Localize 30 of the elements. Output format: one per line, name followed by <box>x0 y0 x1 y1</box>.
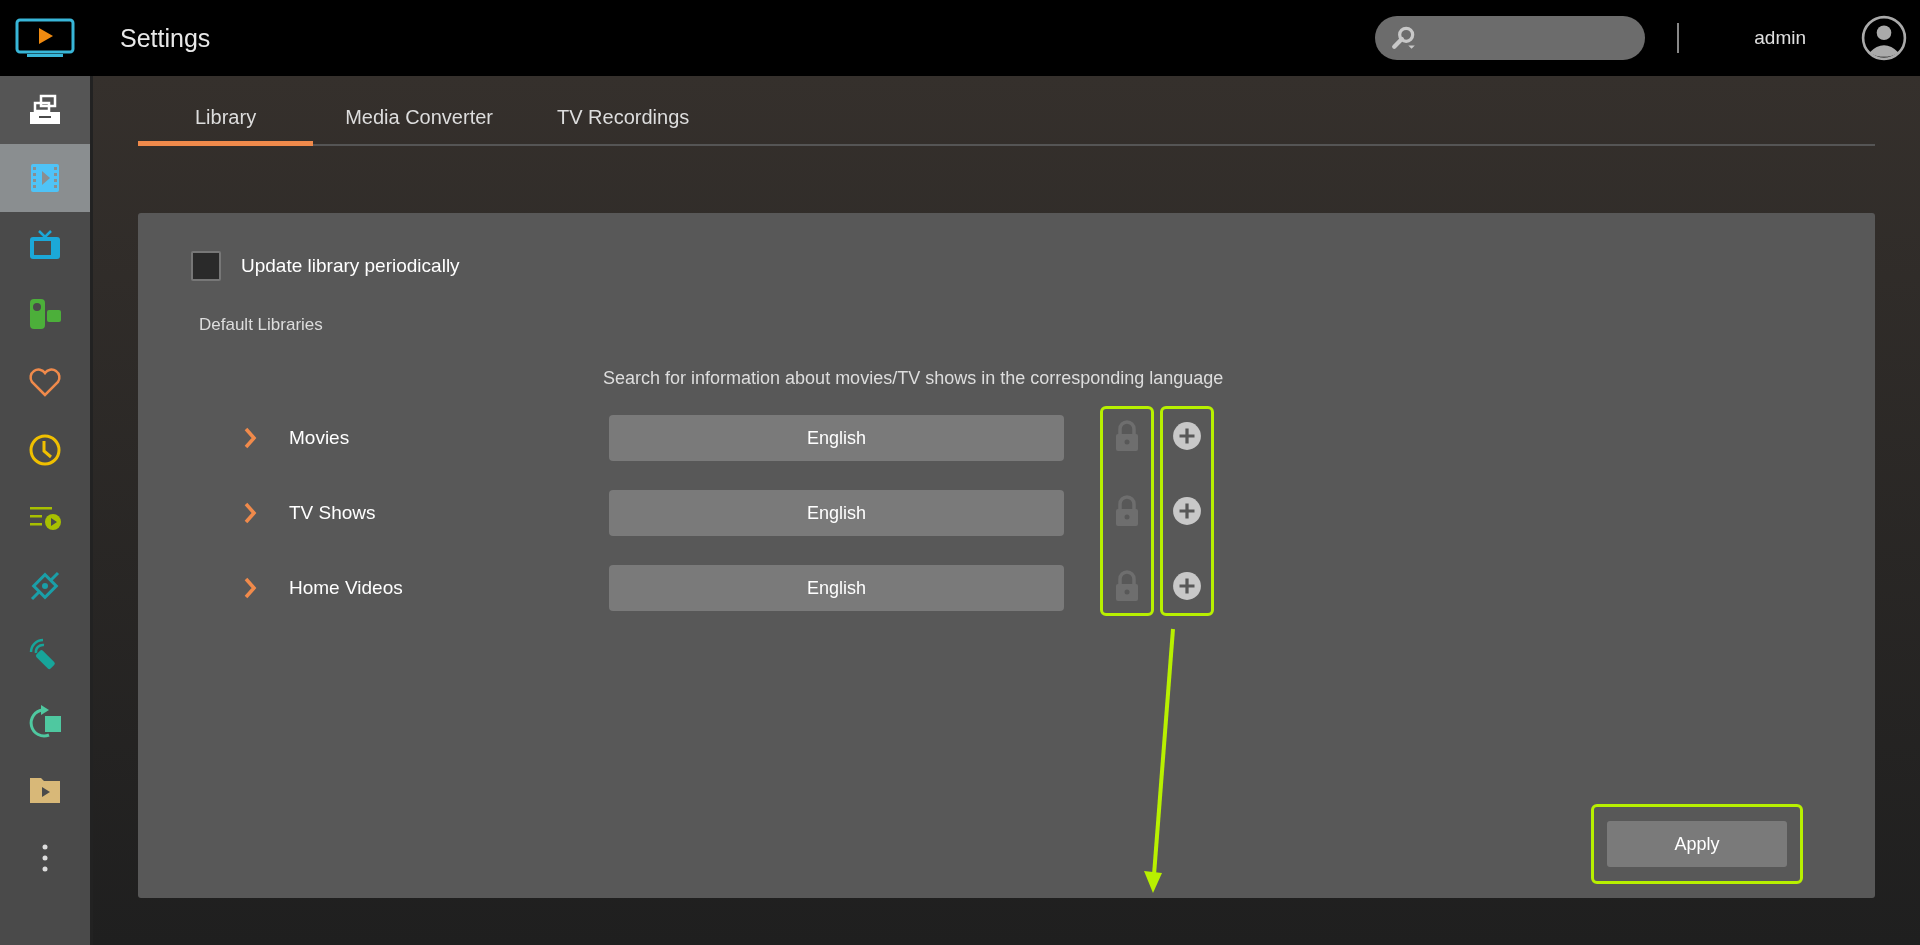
language-dropdown[interactable]: English <box>609 490 1064 536</box>
checkbox[interactable] <box>191 251 221 281</box>
language-dropdown[interactable]: English <box>609 415 1064 461</box>
search-field[interactable] <box>1375 16 1646 60</box>
chevron-icon[interactable] <box>243 427 257 449</box>
camcorder-icon <box>27 296 63 332</box>
library-name: TV Shows <box>289 502 377 524</box>
section-title: Default Libraries <box>199 315 324 335</box>
chevron-icon[interactable] <box>243 502 257 524</box>
avatar-icon[interactable] <box>1861 15 1907 61</box>
tab[interactable]: Library <box>138 98 314 146</box>
user-name[interactable]: admin <box>1754 27 1806 49</box>
checkbox-label: Update library periodically <box>241 255 460 277</box>
sidebar-item[interactable] <box>0 76 90 144</box>
clock-icon <box>27 432 63 468</box>
library-name: Movies <box>289 427 351 449</box>
add-icon[interactable] <box>1172 496 1202 526</box>
chevron-icon[interactable] <box>243 577 257 599</box>
tab[interactable]: Media Converter <box>313 98 525 146</box>
library-name: Home Videos <box>289 577 404 599</box>
hint-text: Search for information about movies/TV shows in the corresponding language <box>603 368 1225 389</box>
add-icon[interactable] <box>1172 421 1202 451</box>
more-icon <box>41 843 49 873</box>
window-title: Settings <box>120 23 211 53</box>
logo-icon <box>15 18 75 58</box>
tab[interactable]: TV Recordings <box>525 98 722 146</box>
refresh-video-icon <box>27 704 63 740</box>
apply-button[interactable]: Apply <box>1607 821 1787 867</box>
add-icon[interactable] <box>1172 571 1202 601</box>
language-dropdown[interactable]: English <box>609 565 1064 611</box>
